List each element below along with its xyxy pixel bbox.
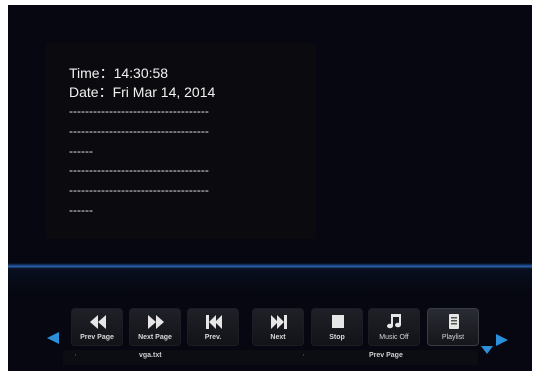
prev-track-button[interactable]: Prev. [187, 308, 239, 346]
music-off-button[interactable]: Music Off [368, 308, 420, 346]
scroll-right-arrow-icon[interactable] [495, 334, 509, 346]
scroll-down-arrow-icon[interactable] [481, 346, 493, 354]
playlist-label: Playlist [441, 334, 465, 341]
next-track-label: Next [270, 334, 286, 341]
text-line: ----------------------------------- [69, 124, 209, 138]
date-label: Date [69, 84, 99, 100]
playback-toolbar: Prev Page Next Page Prev. Next Stop Musi… [63, 308, 479, 346]
media-player-screen: Time：14:30:58 Date：Fri Mar 14, 2014 ----… [8, 5, 532, 371]
date-value: Fri Mar 14, 2014 [112, 84, 216, 100]
stop-label: Stop [329, 334, 345, 341]
fast-forward-icon [148, 315, 164, 329]
next-page-label: Next Page [138, 334, 172, 341]
music-note-icon [387, 314, 401, 329]
status-marker-mid: ' [303, 354, 305, 361]
last-action-text: Prev Page [369, 352, 403, 359]
stop-icon [332, 315, 344, 328]
skip-previous-icon [206, 315, 222, 329]
scroll-left-arrow-icon[interactable] [46, 332, 60, 344]
text-line: ----------------------------------- [69, 104, 209, 118]
prev-track-label: Prev. [204, 334, 222, 341]
date-line: Date：Fri Mar 14, 2014 [69, 84, 215, 100]
date-separator: ： [98, 84, 113, 100]
playlist-icon [449, 314, 459, 329]
status-bar: ' vga.txt ' Prev Page [63, 350, 478, 365]
time-line: Time：14:30:58 [69, 65, 168, 81]
time-separator: ： [99, 65, 114, 81]
prev-page-button[interactable]: Prev Page [71, 308, 123, 346]
current-file-name: vga.txt [139, 352, 162, 359]
skip-next-icon [271, 315, 287, 329]
stop-button[interactable]: Stop [311, 308, 363, 346]
text-line: ----------------------------------- [69, 183, 209, 197]
next-page-button[interactable]: Next Page [129, 308, 181, 346]
divider-glow-fade [8, 269, 532, 293]
text-viewer-panel: Time：14:30:58 Date：Fri Mar 14, 2014 ----… [46, 43, 316, 239]
text-line: ----------------------------------- [69, 163, 209, 177]
playlist-button[interactable]: Playlist [427, 308, 479, 346]
text-line: ------ [69, 203, 93, 217]
time-label: Time [69, 65, 100, 81]
time-value: 14:30:58 [113, 65, 169, 81]
music-off-label: Music Off [379, 334, 409, 341]
prev-page-label: Prev Page [80, 334, 114, 341]
status-marker-left: ' [75, 354, 77, 361]
rewind-icon [90, 315, 106, 329]
next-track-button[interactable]: Next [252, 308, 304, 346]
text-line: ------ [69, 144, 93, 158]
